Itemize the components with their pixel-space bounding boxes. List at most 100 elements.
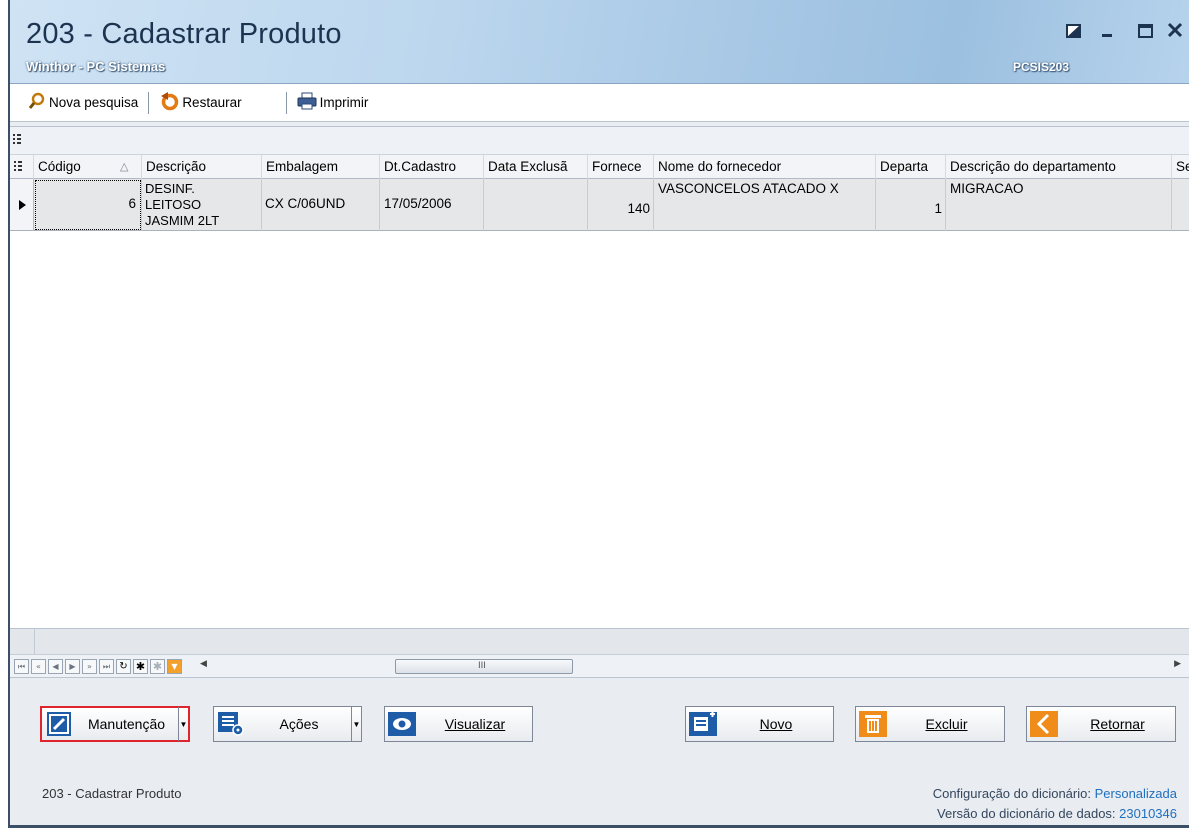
hscroll-grip: III — [478, 661, 486, 671]
header-column-chooser-icon[interactable] — [10, 155, 34, 179]
action-bar: Manutenção ▼ Ações ▼ Visualizar Novo Exc… — [10, 700, 1189, 748]
nav-asterisk-icon[interactable]: ✱ — [133, 659, 148, 674]
grid-footer-panel — [10, 628, 1189, 655]
cell-dt-cadastro[interactable]: 17/05/2006 — [380, 179, 484, 231]
cell-nome-fornecedor-value: VASCONCELOS ATACADO X — [658, 181, 839, 196]
title-bar[interactable]: 203 - Cadastrar Produto Winthor - PC Sis… — [10, 0, 1189, 84]
nav-next-page-icon[interactable]: » — [82, 659, 97, 674]
column-header-nome-fornecedor[interactable]: Nome do fornecedor — [654, 155, 876, 179]
undo-arrow-icon — [159, 91, 179, 114]
grid-group-panel — [10, 127, 1189, 155]
product-grid: Código △ Descrição Embalagem Dt.Cadastro… — [10, 126, 1189, 628]
view-label: Visualizar — [444, 716, 506, 732]
cell-descricao[interactable]: DESINF. LEITOSO JASMIM 2LT — [142, 179, 262, 231]
dict-version-label: Versão do dicionário de dados: — [937, 806, 1116, 821]
trash-icon — [856, 707, 889, 741]
column-header-descricao[interactable]: Descrição — [142, 155, 262, 179]
column-header-label: Se — [1176, 159, 1189, 174]
column-header-data-exclusao[interactable]: Data Exclusã — [484, 155, 588, 179]
column-header-label: Descrição do departamento — [950, 159, 1116, 174]
maximize-icon[interactable] — [1135, 20, 1157, 42]
column-header-truncated[interactable]: Se — [1172, 155, 1189, 179]
nav-first-page-icon[interactable]: ⏮ — [14, 659, 29, 674]
column-header-dt-cadastro[interactable]: Dt.Cadastro — [380, 155, 484, 179]
column-header-codigo[interactable]: Código △ — [34, 155, 142, 179]
toolbar-separator — [285, 91, 287, 114]
cell-nome-fornecedor[interactable]: VASCONCELOS ATACADO X — [654, 179, 876, 231]
column-header-label: Data Exclusã — [488, 159, 568, 174]
delete-button[interactable]: Excluir — [855, 706, 1005, 742]
column-header-label: Departa — [880, 159, 929, 174]
maintenance-dropdown-icon[interactable]: ▼ — [178, 707, 188, 741]
toolbar: Nova pesquisa Restaurar Imprimir — [10, 84, 1189, 122]
cell-descricao-line: LEITOSO — [145, 197, 202, 212]
hscroll-thumb[interactable]: III — [395, 659, 573, 674]
actions-label: Ações — [279, 716, 319, 732]
print-label: Imprimir — [319, 95, 369, 110]
column-header-departamento[interactable]: Departa — [876, 155, 946, 179]
column-header-label: Fornece — [592, 159, 642, 174]
new-button[interactable]: Novo — [685, 706, 834, 742]
restore-window-icon[interactable] — [1063, 20, 1085, 42]
close-icon[interactable] — [1165, 20, 1187, 42]
cell-descricao-line: DESINF. — [145, 181, 195, 196]
cell-truncated[interactable] — [1172, 179, 1189, 231]
column-header-label: Nome do fornecedor — [658, 159, 782, 174]
cell-descricao-departamento-value: MIGRACAO — [950, 181, 1024, 196]
nav-prev-record-icon[interactable]: ◀ — [48, 659, 63, 674]
column-header-embalagem[interactable]: Embalagem — [262, 155, 380, 179]
nav-filter-icon[interactable]: ▼ — [167, 659, 182, 674]
nav-refresh-icon[interactable]: ↻ — [116, 659, 131, 674]
new-search-button[interactable]: Nova pesquisa — [28, 92, 138, 113]
grid-column-headers: Código △ Descrição Embalagem Dt.Cadastro… — [10, 155, 1189, 179]
actions-dropdown-icon[interactable]: ▼ — [351, 707, 361, 741]
return-label: Retornar — [1090, 716, 1145, 732]
status-routine-name: 203 - Cadastrar Produto — [42, 786, 182, 801]
cell-descricao-departamento[interactable]: MIGRACAO — [946, 179, 1172, 231]
cell-embalagem[interactable]: CX C/06UND — [262, 179, 380, 231]
cell-fornecedor[interactable]: 140 — [588, 179, 654, 231]
cell-codigo[interactable]: 6 — [34, 179, 142, 231]
column-header-label: Código — [38, 159, 81, 174]
new-form-icon — [686, 707, 719, 741]
nav-new-record-icon[interactable]: ✱ — [150, 659, 165, 674]
return-button[interactable]: Retornar — [1026, 706, 1176, 742]
actions-button[interactable]: Ações ▼ — [213, 706, 362, 742]
cell-descricao-line: JASMIM 2LT — [145, 213, 220, 228]
maintenance-label: Manutenção — [87, 716, 166, 732]
app-window: 203 - Cadastrar Produto Winthor - PC Sis… — [8, 0, 1189, 828]
actions-list-icon — [214, 707, 247, 741]
grid-navigator: ⏮ « ◀ ▶ » ⏭ ↻ ✱ ✱ ▼ ◀ III ▶ — [10, 654, 1189, 678]
dictionary-info: Configuração do dicionário: Personalizad… — [933, 784, 1177, 824]
restore-label: Restaurar — [182, 95, 242, 110]
restore-button[interactable]: Restaurar — [159, 91, 242, 114]
magnifier-icon — [28, 92, 46, 113]
minimize-icon[interactable] — [1097, 20, 1119, 42]
nav-last-page-icon[interactable]: ⏭ — [99, 659, 114, 674]
new-search-label: Nova pesquisa — [49, 95, 139, 110]
print-button[interactable]: Imprimir — [297, 92, 369, 113]
maintenance-button[interactable]: Manutenção ▼ — [40, 706, 190, 742]
view-button[interactable]: Visualizar — [384, 706, 533, 742]
cell-departamento[interactable]: 1 — [876, 179, 946, 231]
delete-label: Excluir — [925, 716, 968, 732]
column-header-label: Embalagem — [266, 159, 339, 174]
edit-form-icon — [42, 707, 75, 741]
eye-icon — [385, 707, 418, 741]
column-header-label: Descrição — [146, 159, 207, 174]
nav-next-record-icon[interactable]: ▶ — [65, 659, 80, 674]
column-chooser-icon[interactable] — [12, 133, 22, 151]
hscroll-right-icon[interactable]: ▶ — [1174, 659, 1181, 669]
dict-version-value: 23010346 — [1119, 806, 1177, 821]
nav-prev-page-icon[interactable]: « — [31, 659, 46, 674]
cell-data-exclusao[interactable] — [484, 179, 588, 231]
column-header-fornecedor[interactable]: Fornece — [588, 155, 654, 179]
row-indicator[interactable] — [10, 179, 34, 231]
hscroll-left-icon[interactable]: ◀ — [200, 659, 207, 669]
table-row[interactable]: 6 DESINF. LEITOSO JASMIM 2LT CX C/06UND … — [34, 179, 1189, 231]
cell-dt-cadastro-value: 17/05/2006 — [384, 196, 452, 211]
column-header-descricao-departamento[interactable]: Descrição do departamento — [946, 155, 1172, 179]
routine-code: PCSIS203 — [1012, 60, 1069, 74]
dict-config-value: Personalizada — [1094, 786, 1177, 801]
back-chevron-icon — [1027, 707, 1060, 741]
